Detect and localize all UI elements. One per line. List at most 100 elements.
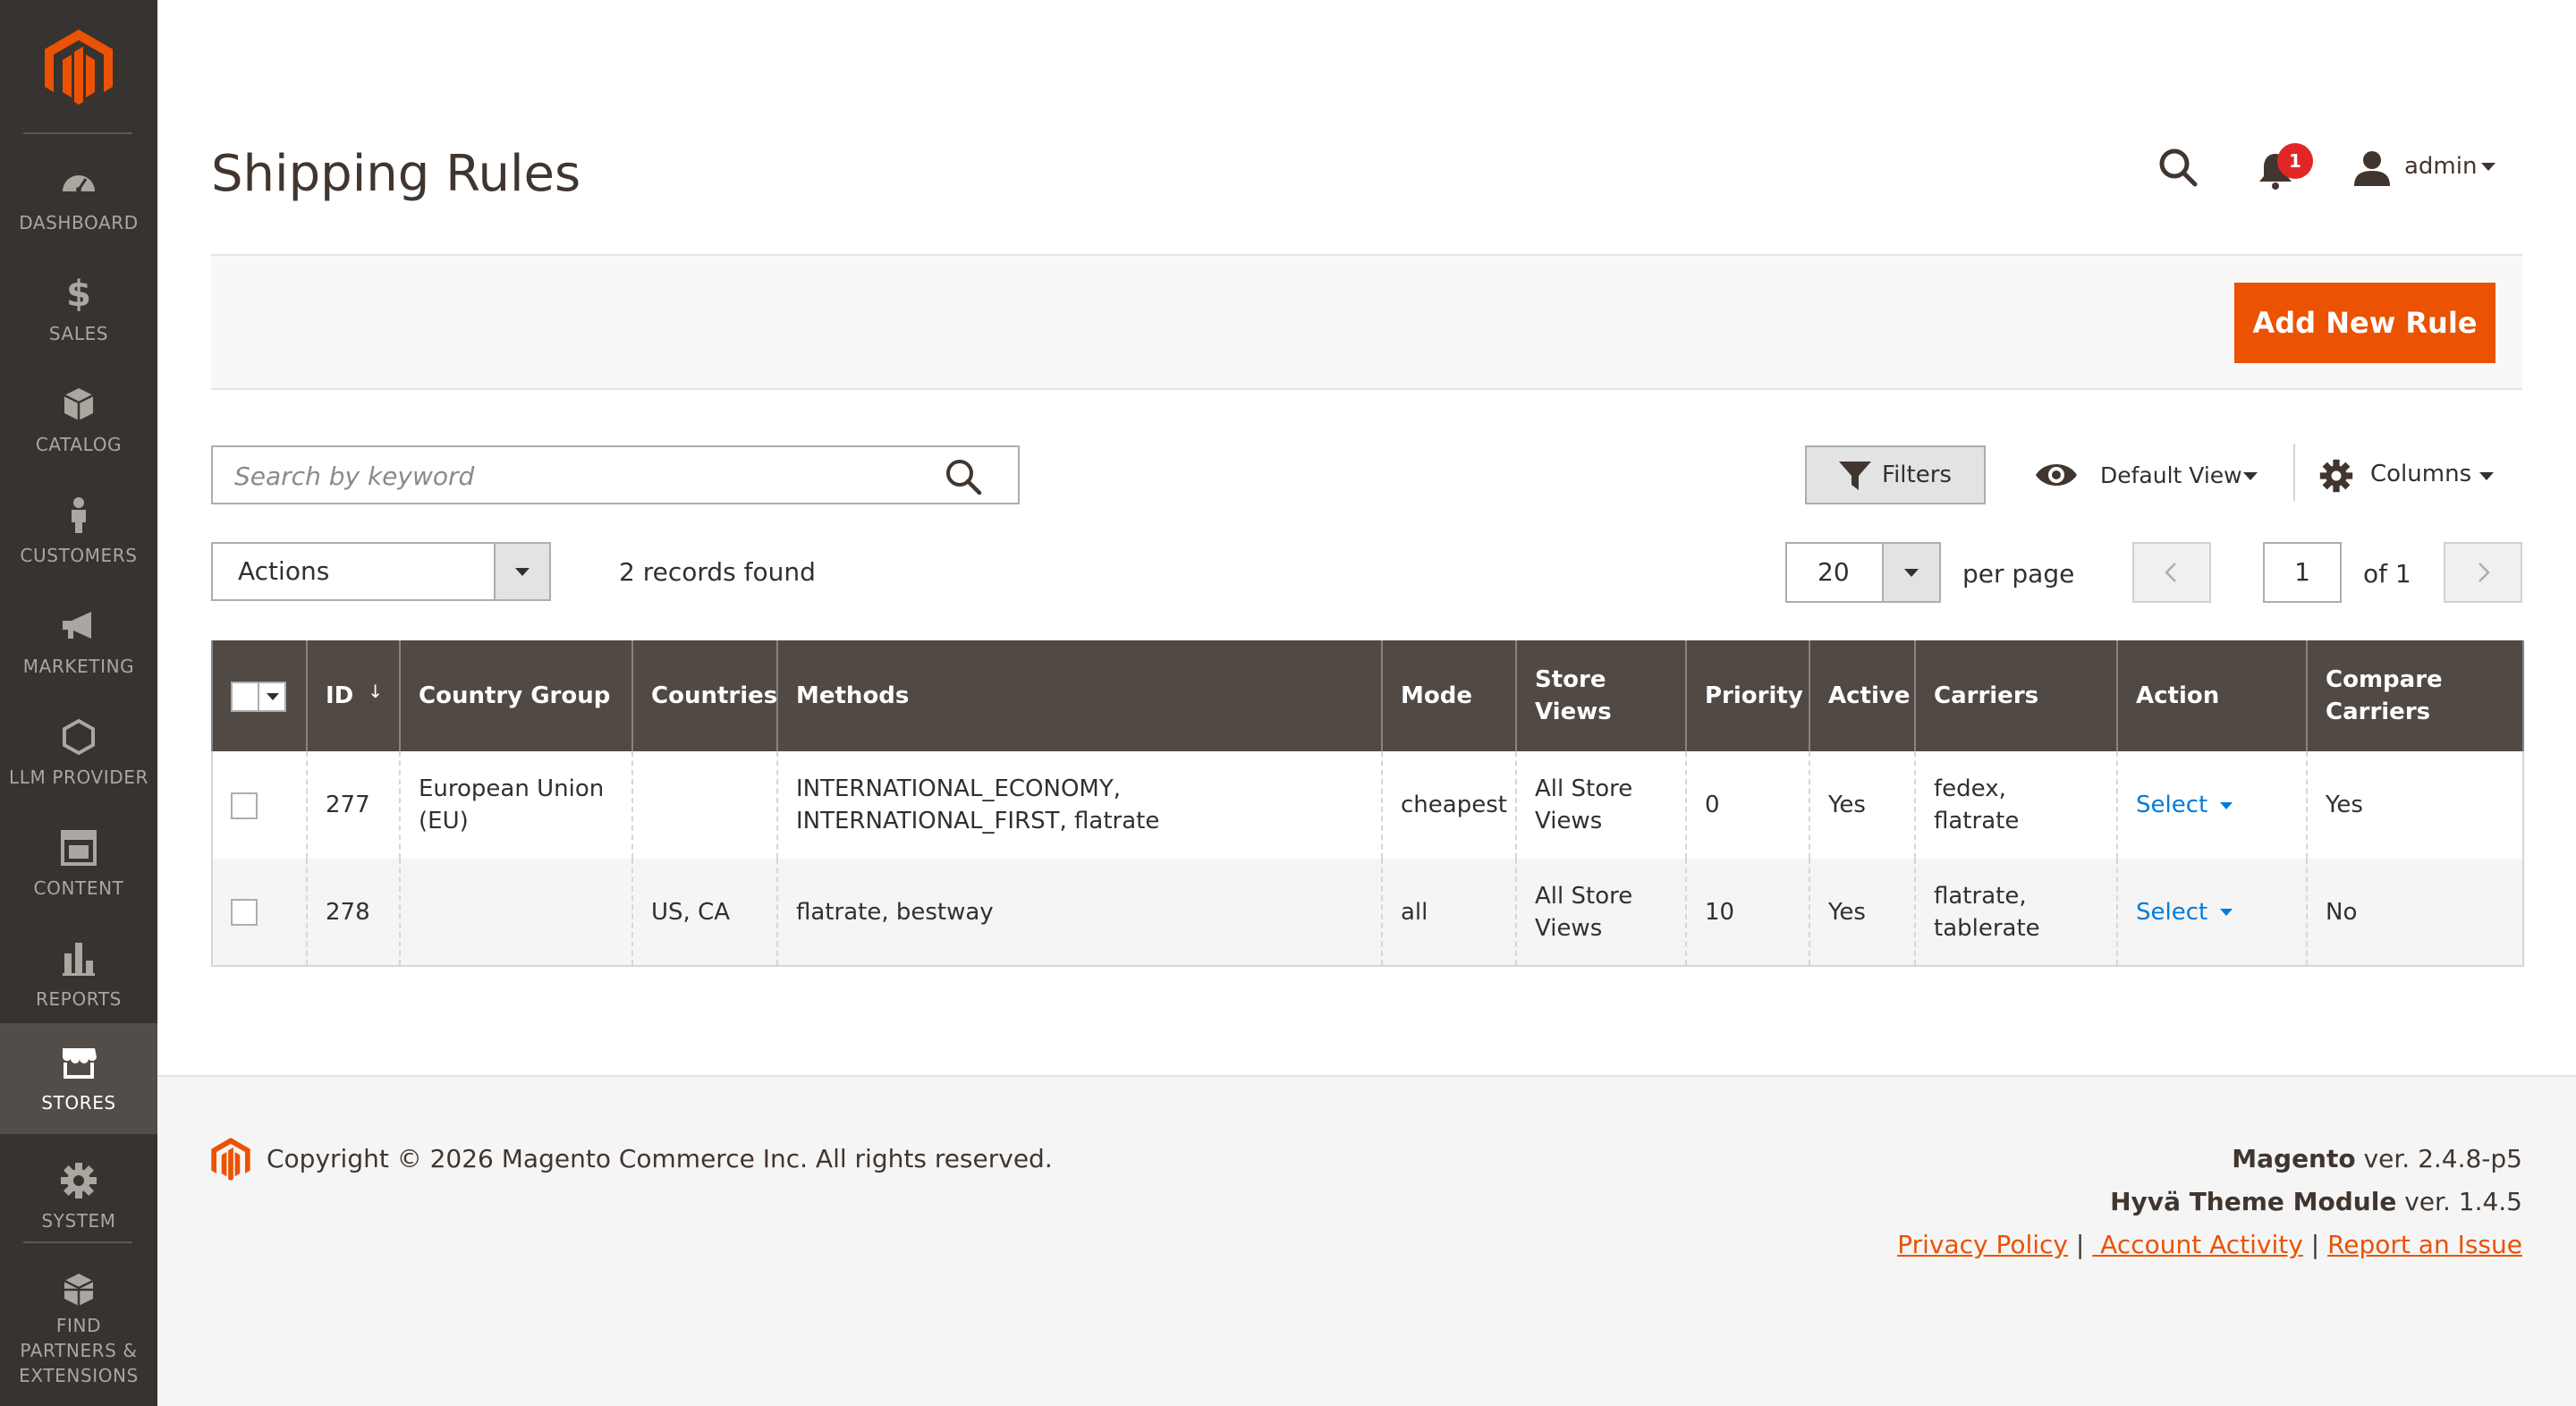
sidebar-item-label: SYSTEM — [41, 1210, 116, 1232]
chevron-down-icon[interactable] — [2243, 472, 2258, 480]
sidebar-item-label: REPORTS — [36, 988, 122, 1010]
row-action-select[interactable]: Select — [2136, 899, 2207, 926]
column-header-country-group[interactable]: Country Group — [399, 640, 633, 751]
total-pages-label: of 1 — [2363, 559, 2411, 589]
column-header-store-views[interactable]: Store Views — [1515, 640, 1687, 751]
user-menu-name[interactable]: admin — [2404, 148, 2477, 184]
search-icon[interactable] — [2154, 143, 2204, 193]
column-header-compare-carriers[interactable]: Compare Carriers — [2306, 640, 2524, 751]
per-page-select[interactable]: 20 — [1785, 542, 1941, 603]
dollar-icon: $ — [66, 274, 91, 313]
chevron-down-icon[interactable] — [2220, 909, 2233, 916]
cell-carriers: flatrate, tablerate — [1914, 859, 2118, 967]
search-input[interactable] — [233, 447, 934, 504]
row-select-cell[interactable] — [211, 859, 308, 967]
bar-chart-icon — [63, 943, 95, 976]
sidebar-item-content[interactable]: CONTENT — [0, 809, 157, 919]
cell-active: Yes — [1809, 859, 1916, 967]
report-issue-link[interactable]: Report an Issue — [2327, 1230, 2522, 1259]
add-new-rule-button[interactable]: Add New Rule — [2234, 283, 2496, 363]
dropdown-toggle[interactable] — [1882, 544, 1939, 601]
table-row[interactable]: 278 US, CA flatrate, bestway all All Sto… — [211, 859, 2524, 967]
magento-logo-icon — [211, 1138, 250, 1181]
account-activity-link[interactable]: Account Activity — [2092, 1230, 2303, 1259]
user-icon[interactable] — [2352, 148, 2392, 188]
columns-button-label[interactable]: Columns — [2370, 456, 2471, 492]
column-header-methods[interactable]: Methods — [776, 640, 1383, 751]
per-page-label: per page — [1962, 559, 2075, 589]
search-icon[interactable] — [943, 456, 984, 497]
sidebar-item-label: STORES — [41, 1092, 116, 1114]
sidebar-item-customers[interactable]: CUSTOMERS — [0, 476, 157, 587]
privacy-policy-link[interactable]: Privacy Policy — [1897, 1230, 2068, 1259]
filters-label: Filters — [1882, 462, 1952, 488]
sidebar-item-reports[interactable]: REPORTS — [0, 919, 157, 1030]
sidebar-item-llm-provider[interactable]: LLM PROVIDER — [0, 698, 157, 809]
row-select-cell[interactable] — [211, 751, 308, 859]
storefront-icon — [63, 1048, 97, 1079]
dropdown-toggle[interactable] — [494, 544, 549, 599]
column-header-countries[interactable]: Countries — [631, 640, 778, 751]
cell-countries — [631, 751, 778, 859]
filters-button[interactable]: Filters — [1805, 445, 1986, 504]
mass-select-checkbox[interactable] — [231, 681, 286, 712]
table-row[interactable]: 277 European Union (EU) INTERNATIONAL_EC… — [211, 751, 2524, 859]
row-checkbox[interactable] — [231, 792, 258, 819]
next-page-button[interactable] — [2444, 542, 2522, 603]
cell-action[interactable]: Select — [2116, 751, 2308, 859]
mass-select-header[interactable] — [211, 640, 308, 751]
chevron-down-icon[interactable] — [267, 692, 279, 700]
cell-mode: all — [1381, 859, 1517, 967]
column-header-active[interactable]: Active — [1809, 640, 1916, 751]
chevron-down-icon — [1904, 569, 1919, 577]
row-checkbox[interactable] — [231, 899, 258, 926]
chevron-down-icon[interactable] — [2220, 801, 2233, 809]
gear-icon[interactable] — [2318, 458, 2354, 494]
current-page-input[interactable]: 1 — [2263, 542, 2342, 603]
sidebar-item-label: CUSTOMERS — [20, 545, 138, 566]
cell-priority: 0 — [1685, 751, 1810, 859]
page-actions-bar — [211, 254, 2522, 390]
eye-icon[interactable] — [2034, 458, 2079, 492]
notification-badge[interactable]: 1 — [2277, 143, 2313, 179]
boxes-icon — [64, 1274, 94, 1306]
cell-store-views: All Store Views — [1515, 751, 1687, 859]
sidebar-item-label: CONTENT — [33, 877, 124, 899]
hyva-version-number: ver. 1.4.5 — [2396, 1187, 2522, 1216]
footer-links: Privacy Policy | Account Activity | Repo… — [1897, 1227, 2522, 1263]
sidebar-item-sales[interactable]: $ SALES — [0, 254, 157, 365]
records-count: 2 records found — [619, 557, 816, 587]
chevron-down-icon[interactable] — [2479, 472, 2494, 480]
dashboard-icon — [63, 175, 95, 192]
sidebar-item-label: CATALOG — [35, 434, 123, 455]
admin-sidebar: DASHBOARD $ SALES CATALOG CUSTOMERS MARK… — [0, 0, 157, 1406]
cell-compare-carriers: No — [2306, 859, 2524, 967]
sidebar-item-find-partners[interactable]: FIND PARTNERS & EXTENSIONS — [0, 1250, 157, 1406]
chevron-down-icon[interactable] — [2481, 163, 2496, 171]
sidebar-item-system[interactable]: SYSTEM — [0, 1141, 157, 1252]
sidebar-item-stores[interactable]: STORES — [0, 1023, 157, 1134]
column-header-mode[interactable]: Mode — [1381, 640, 1517, 751]
magento-logo[interactable] — [45, 30, 113, 105]
column-header-carriers[interactable]: Carriers — [1914, 640, 2118, 751]
sidebar-item-label: FIND PARTNERS & EXTENSIONS — [19, 1315, 139, 1386]
sidebar-item-dashboard[interactable]: DASHBOARD — [0, 143, 157, 254]
person-icon — [72, 497, 86, 533]
sidebar-item-catalog[interactable]: CATALOG — [0, 365, 157, 476]
magento-version-number: ver. 2.4.8-p5 — [2355, 1144, 2522, 1173]
row-action-select[interactable]: Select — [2136, 792, 2207, 818]
cube-icon — [64, 388, 94, 420]
view-switcher-label[interactable]: Default View — [2100, 458, 2242, 494]
previous-page-button[interactable] — [2132, 542, 2211, 603]
column-header-id[interactable]: ID ↓ — [306, 640, 401, 751]
cell-countries: US, CA — [631, 859, 778, 967]
sidebar-item-label: SALES — [48, 323, 109, 344]
sidebar-item-marketing[interactable]: MARKETING — [0, 587, 157, 698]
cell-action[interactable]: Select — [2116, 859, 2308, 967]
link-separator: | — [2302, 1230, 2328, 1259]
cell-id: 277 — [306, 751, 401, 859]
shipping-rules-grid: ID ↓ Country Group Countries Methods Mode… — [211, 640, 2524, 967]
mass-actions-dropdown[interactable]: Actions — [211, 542, 551, 601]
layout-icon — [61, 830, 97, 866]
column-header-priority[interactable]: Priority — [1685, 640, 1810, 751]
